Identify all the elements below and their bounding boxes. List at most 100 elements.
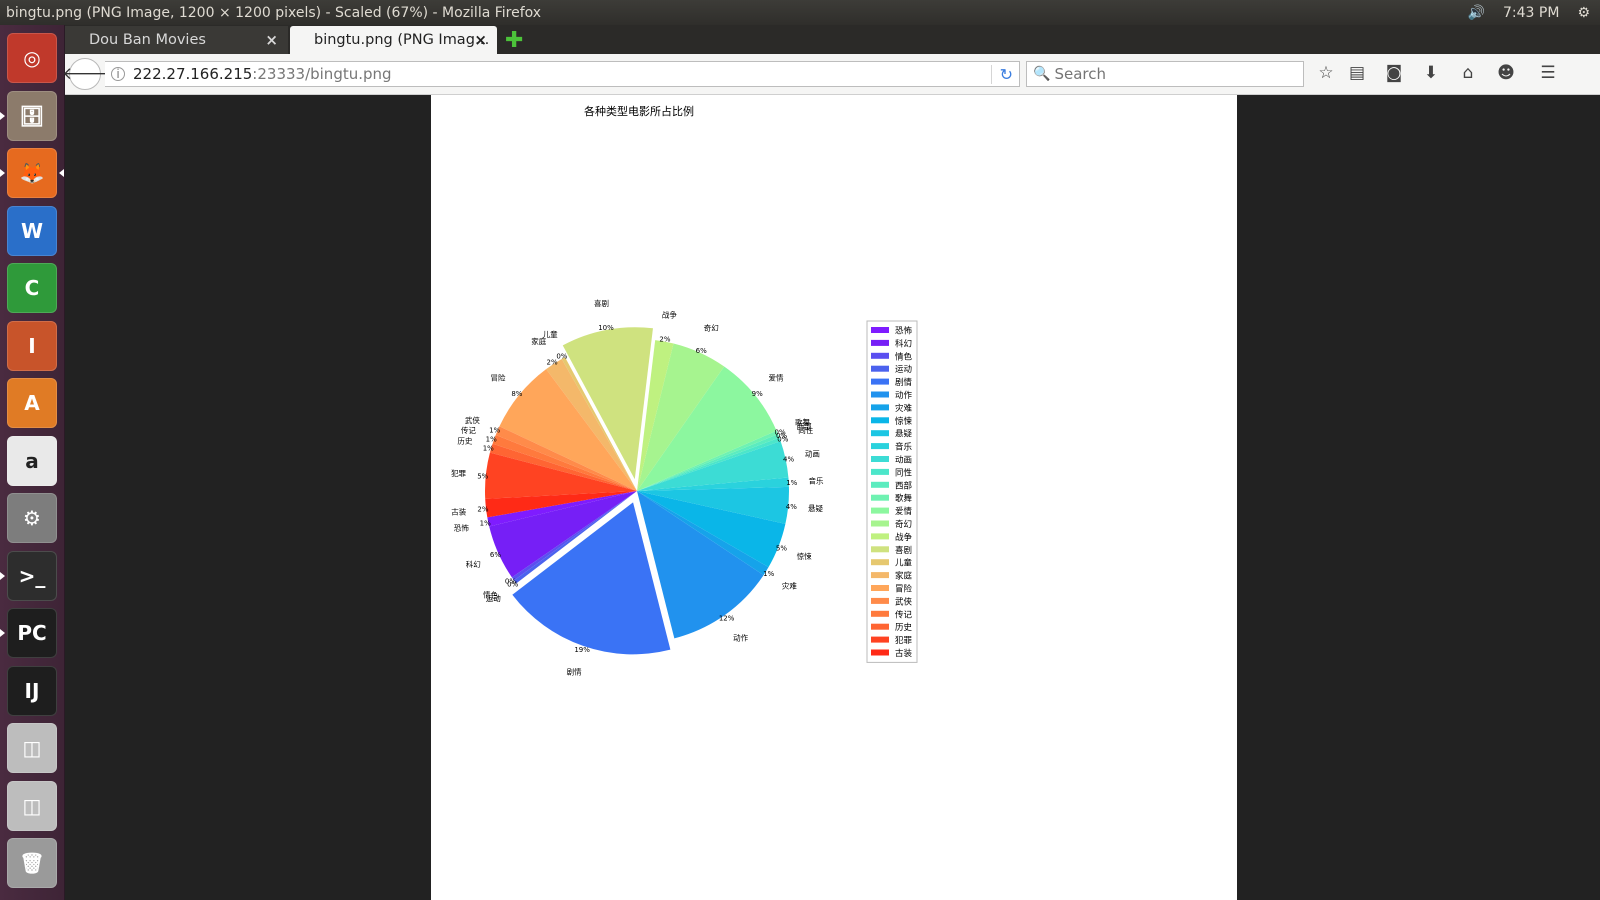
bookmarks-list-icon[interactable]: ▤ <box>1345 63 1369 83</box>
slice-name-label: 音乐 <box>809 476 824 486</box>
legend-swatch <box>871 559 889 566</box>
url-path: :23333/bingtu.png <box>252 65 392 83</box>
tab-dou-ban-movies[interactable]: Dou Ban Movies × <box>65 26 288 54</box>
slice-pct-label: 1% <box>763 570 774 578</box>
bookmark-star-icon[interactable]: ☆ <box>1314 63 1338 83</box>
slice-name-label: 古装 <box>451 506 466 516</box>
site-info-icon[interactable]: i <box>111 67 125 81</box>
legend-swatch <box>871 417 889 424</box>
legend-label: 西部 <box>895 480 913 491</box>
legend-swatch <box>871 494 889 501</box>
legend-label: 歌舞 <box>895 493 913 504</box>
launcher-libreoffice-impress-icon[interactable]: I <box>7 320 57 371</box>
chart-title: 各种类型电影所占比例 <box>584 104 694 118</box>
url-bar[interactable]: i 222.27.166.215 :23333/bingtu.png ↻ <box>105 61 1020 87</box>
launcher-ubuntu-dash-icon[interactable]: ◎ <box>7 33 57 83</box>
launcher-firefox-icon[interactable]: 🦊 <box>7 148 57 198</box>
legend-swatch <box>871 391 889 398</box>
legend-swatch <box>871 610 889 617</box>
slice-pct-label: 1% <box>786 479 797 487</box>
legend-swatch <box>871 585 889 591</box>
launcher-terminal-icon[interactable]: >_ <box>7 550 57 601</box>
close-tab-icon[interactable]: × <box>265 31 278 49</box>
chart-legend: 恐怖科幻情色运动剧情动作灾难惊悚悬疑音乐动画同性西部歌舞爱情奇幻战争喜剧儿童家庭… <box>866 320 918 663</box>
volume-icon[interactable]: 🔊 <box>1468 5 1485 21</box>
legend-swatch <box>871 481 889 488</box>
slice-pct-label: 4% <box>786 503 797 511</box>
search-bar[interactable]: 🔍 <box>1026 61 1304 87</box>
legend-swatch <box>871 404 889 411</box>
slice-pct-label: 6% <box>490 551 501 559</box>
hello-chat-icon[interactable]: ☻ <box>1494 63 1518 83</box>
legend-label: 动作 <box>895 390 913 401</box>
running-indicator <box>0 571 5 580</box>
slice-pct-label: 12% <box>719 615 735 623</box>
slice-pct-label: 9% <box>752 390 763 398</box>
menu-hamburger-icon[interactable]: ☰ <box>1536 63 1560 83</box>
slice-name-label: 剧情 <box>567 667 582 677</box>
downloads-icon[interactable]: ⬇ <box>1419 63 1443 83</box>
legend-label: 音乐 <box>895 442 913 453</box>
legend-label: 喜剧 <box>895 545 912 556</box>
legend-swatch <box>871 507 889 514</box>
session-gear-icon[interactable]: ⚙ <box>1577 5 1590 21</box>
launcher-trash-icon[interactable]: 🗑 <box>7 838 57 888</box>
legend-swatch <box>871 533 889 540</box>
launcher-pycharm-icon[interactable]: PC <box>7 608 57 658</box>
slice-pct-label: 1% <box>480 520 491 528</box>
back-button[interactable]: 🡐 <box>62 58 108 90</box>
new-tab-button[interactable]: ✚ <box>505 28 523 53</box>
launcher-libreoffice-writer-icon[interactable]: W <box>7 205 57 256</box>
legend-label: 儿童 <box>895 558 913 569</box>
navigation-toolbar: 🡐 i 222.27.166.215 :23333/bingtu.png ↻ 🔍… <box>62 54 1600 95</box>
slice-pct-label: 2% <box>477 506 488 514</box>
legend-label: 传记 <box>895 609 913 620</box>
system-top-bar: bingtu.png (PNG Image, 1200 × 1200 pixel… <box>0 0 1600 25</box>
slice-name-label: 动画 <box>805 448 820 458</box>
close-tab-icon[interactable]: × <box>474 31 487 49</box>
reload-icon[interactable]: ↻ <box>990 64 1013 84</box>
legend-swatch <box>871 352 889 359</box>
pie-chart: 各种类型电影所占比例 1% 恐怖 6% 科幻 0% 情色 0% 运动 19% 剧情 12% 动作 1% 灾… <box>451 104 918 677</box>
launcher-disk-2-icon[interactable]: ◫ <box>7 780 57 831</box>
slice-name-label: 冒险 <box>491 373 506 383</box>
slice-pct-label: 8% <box>511 390 522 398</box>
legend-label: 家庭 <box>895 571 913 582</box>
search-icon: 🔍 <box>1033 66 1051 82</box>
legend-swatch <box>871 597 889 604</box>
legend-swatch <box>871 546 889 553</box>
legend-label: 犯罪 <box>895 635 913 646</box>
legend-label: 情色 <box>895 351 913 362</box>
clock[interactable]: 7:43 PM <box>1503 5 1559 21</box>
legend-swatch <box>871 572 889 579</box>
tab-label: bingtu.png (PNG Imag… <box>314 32 490 48</box>
launcher-disk-1-icon[interactable]: ◫ <box>7 723 57 773</box>
home-icon[interactable]: ⌂ <box>1456 63 1480 83</box>
tab-bingtu-png[interactable]: bingtu.png (PNG Imag… × <box>290 26 497 54</box>
slice-name-label: 犯罪 <box>451 468 466 478</box>
slice-name-label: 悬疑 <box>808 503 824 513</box>
legend-swatch <box>871 456 889 462</box>
legend-label: 同性 <box>895 467 913 478</box>
slice-pct-label: 5% <box>477 472 488 480</box>
search-input[interactable] <box>1054 65 1275 83</box>
launcher-intellij-icon[interactable]: IJ <box>7 665 57 716</box>
legend-swatch <box>871 468 889 475</box>
launcher-system-settings-icon[interactable]: ⚙ <box>7 493 57 543</box>
pocket-icon[interactable]: ◙ <box>1382 63 1406 83</box>
slice-pct-label: 0% <box>556 352 567 360</box>
legend-label: 惊悚 <box>895 416 913 427</box>
url-host: 222.27.166.215 <box>133 65 253 83</box>
launcher-libreoffice-calc-icon[interactable]: C <box>7 263 57 313</box>
launcher-software-center-icon[interactable]: A <box>7 378 57 428</box>
legend-swatch <box>871 443 889 450</box>
launcher-files-icon[interactable]: 🗄 <box>7 90 57 141</box>
slice-pct-label: 1% <box>486 435 497 443</box>
launcher-amazon-icon[interactable]: a <box>7 435 57 486</box>
browser-chrome: Dou Ban Movies × bingtu.png (PNG Imag… ×… <box>62 25 1600 95</box>
legend-swatch <box>871 636 889 643</box>
png-image: 各种类型电影所占比例 1% 恐怖 6% 科幻 0% 情色 0% 运动 19% 剧情 12% 动作 1% 灾… <box>431 95 1237 900</box>
legend-swatch <box>871 623 889 630</box>
slice-name-label: 运动 <box>486 593 501 603</box>
slice-name-label: 爱情 <box>769 373 785 383</box>
